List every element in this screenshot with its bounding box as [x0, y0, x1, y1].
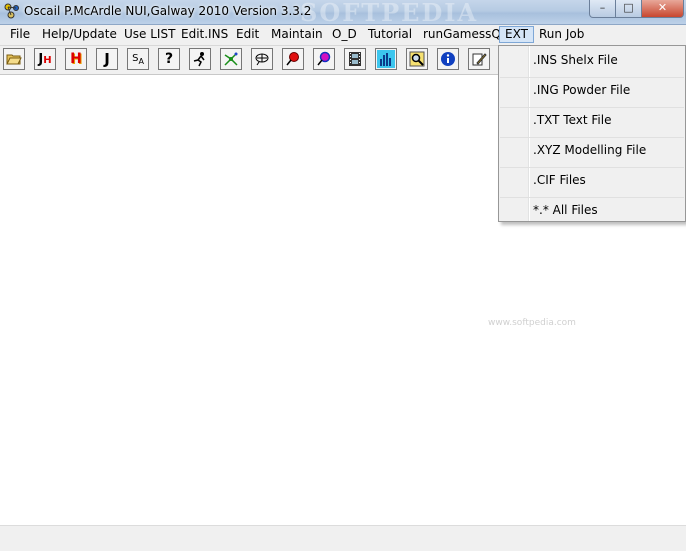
j-button[interactable]: J: [96, 48, 118, 70]
image-search-icon: [409, 51, 425, 67]
menu-item-xyz-modelling-file[interactable]: .XYZ Modelling File: [500, 138, 684, 168]
edit-button[interactable]: [468, 48, 490, 70]
menu-rungamessq[interactable]: runGamessQ: [418, 26, 506, 43]
menu-item-ins-shelx-file[interactable]: .INS Shelx File: [500, 48, 684, 78]
status-bar: [0, 525, 686, 551]
menu-maintain[interactable]: Maintain: [266, 26, 328, 43]
title-bar: SOFTPEDIA Oscail P.McArdle NUI,Galway 20…: [0, 0, 686, 27]
jh-button[interactable]: JH: [34, 48, 56, 70]
softpedia-watermark: SOFTPEDIA: [300, 0, 479, 27]
histogram-icon: [377, 50, 395, 68]
menu-item-ing-powder-file[interactable]: .ING Powder File: [500, 78, 684, 108]
app-icon[interactable]: [4, 3, 20, 19]
sa-button[interactable]: SA: [127, 48, 149, 70]
menu-file[interactable]: File: [5, 26, 35, 43]
menu-ext[interactable]: EXT: [499, 26, 534, 43]
image-search-button[interactable]: [406, 48, 428, 70]
runner-icon: [193, 52, 205, 67]
close-icon: ✕: [657, 1, 668, 14]
hydrogen-icon: H: [70, 51, 82, 67]
menu-edit[interactable]: Edit: [231, 26, 264, 43]
hydrogen-button[interactable]: H: [65, 48, 87, 70]
menu-help-update[interactable]: Help/Update: [37, 26, 122, 43]
menu-edit-ins[interactable]: Edit.INS: [176, 26, 233, 43]
film-button[interactable]: [344, 48, 366, 70]
menu-bar: File Help/Update Use LIST Edit.INS Edit …: [0, 25, 686, 46]
molecule-icon: [255, 53, 269, 66]
network-icon: [224, 52, 238, 66]
molecule-button[interactable]: [251, 48, 273, 70]
open-folder-button[interactable]: [3, 48, 25, 70]
ext-dropdown-menu: .INS Shelx File .ING Powder File .TXT Te…: [498, 45, 686, 222]
runner-button[interactable]: [189, 48, 211, 70]
help-icon: ?: [164, 51, 174, 67]
pin-blue-button[interactable]: [313, 48, 335, 70]
info-button[interactable]: [437, 48, 459, 70]
pin-red-icon: [286, 52, 299, 66]
jh-icon: JH: [38, 51, 52, 67]
menu-run-job[interactable]: Run Job: [534, 26, 589, 43]
menu-o-d[interactable]: O_D: [327, 26, 362, 43]
maximize-icon: □: [623, 1, 634, 14]
histogram-button[interactable]: [375, 48, 397, 70]
network-button[interactable]: [220, 48, 242, 70]
window-title: Oscail P.McArdle NUI,Galway 2010 Version…: [24, 4, 312, 18]
help-button[interactable]: ?: [158, 48, 180, 70]
j-icon: J: [104, 50, 110, 68]
info-icon: [441, 52, 455, 66]
maximize-button[interactable]: □: [615, 0, 642, 18]
menu-use-list[interactable]: Use LIST: [119, 26, 180, 43]
sa-icon: SA: [132, 52, 144, 66]
open-folder-icon: [6, 54, 22, 65]
minimize-button[interactable]: –: [589, 0, 616, 18]
menu-item-cif-files[interactable]: .CIF Files: [500, 168, 684, 198]
close-button[interactable]: ✕: [641, 0, 684, 18]
pin-red-button[interactable]: [282, 48, 304, 70]
film-icon: [349, 52, 361, 66]
menu-tutorial[interactable]: Tutorial: [363, 26, 417, 43]
pin-blue-icon: [317, 51, 331, 66]
minimize-icon: –: [599, 1, 606, 14]
menu-item-txt-text-file[interactable]: .TXT Text File: [500, 108, 684, 138]
menu-item-all-files[interactable]: *.* All Files: [500, 198, 684, 228]
softpedia-url: www.softpedia.com: [488, 318, 576, 328]
edit-icon: [472, 53, 487, 66]
